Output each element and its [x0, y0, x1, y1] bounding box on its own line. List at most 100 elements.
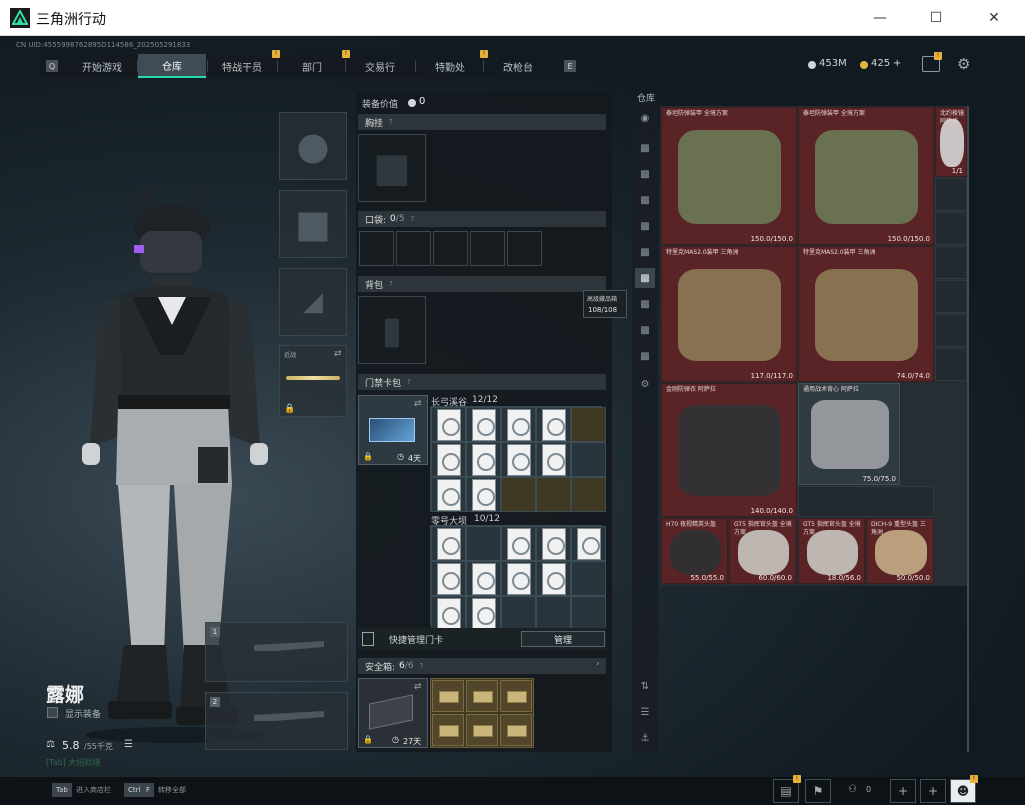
nav-prev-key[interactable]: Q	[46, 60, 58, 72]
swap-icon[interactable]: ⇄	[334, 349, 342, 359]
pocket-slot[interactable]	[359, 231, 394, 266]
safe-box-item[interactable]	[466, 680, 498, 712]
keycard-cell[interactable]	[466, 407, 501, 442]
manage-button[interactable]: 管理	[521, 631, 605, 647]
pocket-slot[interactable]	[507, 231, 542, 266]
stash-tab-9[interactable]: ▩	[635, 346, 655, 366]
keycard-cell[interactable]	[501, 477, 536, 512]
tab-0[interactable]: 开始游戏	[68, 54, 136, 78]
empty-grid-cell[interactable]	[935, 246, 967, 279]
layers-icon[interactable]: ☰	[635, 702, 655, 722]
help-icon[interactable]: ?	[420, 662, 424, 670]
keycard-cell[interactable]	[466, 561, 501, 596]
minimize-button[interactable]: —	[857, 0, 903, 36]
keycard-cell[interactable]	[536, 561, 571, 596]
keycard-cell[interactable]	[536, 407, 571, 442]
stash-item[interactable]: DICH-9 重型头盔 三角洲 50.0/50.0	[866, 518, 934, 584]
help-icon[interactable]: ?	[389, 118, 393, 126]
safe-box-slot[interactable]: ⇄ 🔒 ◷ 27天	[358, 678, 428, 748]
add-slot-button[interactable]: +	[920, 779, 946, 803]
stash-item[interactable]: 特里克MAS2.0装甲 三角洲 74.0/74.0	[798, 246, 934, 382]
empty-grid-cell[interactable]	[798, 486, 934, 517]
keycard-cell[interactable]	[501, 407, 536, 442]
empty-grid-cell[interactable]	[935, 212, 967, 245]
stash-item[interactable]: 金刚防弹衣 阿萨拉 140.0/140.0	[661, 383, 797, 517]
keycard-cell[interactable]	[536, 596, 571, 631]
backpack-slot[interactable]: ▮	[358, 296, 426, 364]
safe-box-item[interactable]	[432, 680, 464, 712]
empty-grid-cell[interactable]	[935, 314, 967, 347]
keycard-cell[interactable]	[536, 477, 571, 512]
tab-2[interactable]: 特战干员	[208, 54, 276, 78]
sort-icon[interactable]: ⇅	[635, 676, 655, 696]
keycard-cell[interactable]	[431, 561, 466, 596]
stash-item[interactable]: GT5 指挥官头盔 全境方案 18.0/56.0	[798, 518, 865, 584]
list-icon[interactable]: ☰	[124, 739, 133, 750]
stash-tab-6[interactable]: ▩	[635, 268, 655, 288]
primary-weapon-slot[interactable]: 1	[205, 622, 348, 682]
safe-box-item[interactable]	[500, 714, 532, 746]
safe-box-item[interactable]	[432, 714, 464, 746]
keycard-cell[interactable]	[431, 596, 466, 631]
tab-4[interactable]: 交易行	[346, 54, 414, 78]
tab-6[interactable]: 改枪台	[484, 54, 552, 78]
pocket-slot[interactable]	[396, 231, 431, 266]
keycard-cell[interactable]	[431, 526, 466, 561]
stash-item[interactable]: 通用战术背心 阿萨拉 75.0/75.0	[798, 383, 900, 485]
helmet-slot[interactable]: ●	[279, 112, 347, 180]
stash-tab-8[interactable]: ▩	[635, 320, 655, 340]
keycard-cell[interactable]	[466, 596, 501, 631]
stash-tab-all[interactable]: ◉	[635, 108, 655, 128]
stash-settings-icon[interactable]: ⚙	[635, 374, 655, 394]
flag-icon[interactable]: ⚑	[805, 779, 831, 803]
swap-icon[interactable]: ⇄	[414, 682, 422, 692]
keycard-cell[interactable]	[431, 442, 466, 477]
stash-tab-4[interactable]: ▩	[635, 216, 655, 236]
empty-grid-cell[interactable]	[935, 348, 967, 381]
pin-icon[interactable]: ›	[596, 659, 600, 669]
help-icon[interactable]: ?	[407, 378, 411, 386]
stash-item[interactable]: 北约棱镜 阿萨拉1/1	[935, 107, 967, 177]
friends-icon[interactable]: ⚇	[848, 784, 857, 795]
gear-icon[interactable]: ⚙	[957, 56, 973, 72]
tab-1[interactable]: 仓库	[138, 54, 206, 78]
keycard-cell[interactable]	[431, 477, 466, 512]
add-slot-button[interactable]: +	[890, 779, 916, 803]
safe-box-item[interactable]	[466, 714, 498, 746]
show-equipment-checkbox[interactable]	[47, 707, 58, 718]
keycard-cell[interactable]	[501, 526, 536, 561]
add-currency-button[interactable]: +	[893, 58, 901, 69]
nav-next-key[interactable]: E	[564, 60, 576, 72]
safe-box-item[interactable]	[500, 680, 532, 712]
keycard-cell[interactable]	[571, 596, 606, 631]
help-icon[interactable]: ?	[389, 280, 393, 288]
stash-tab-3[interactable]: ▩	[635, 190, 655, 210]
keycard-cell[interactable]	[431, 407, 466, 442]
swap-icon[interactable]: ⇄	[414, 399, 422, 409]
empty-grid-cell[interactable]	[935, 178, 967, 211]
stash-item[interactable]: GT5 指挥官头盔 全境方案 60.0/60.0	[729, 518, 796, 584]
close-button[interactable]: ✕	[971, 0, 1017, 36]
anchor-icon[interactable]: ⚓	[635, 728, 655, 748]
chest-rig-slot[interactable]: ■	[358, 134, 426, 202]
keycard-cell[interactable]	[571, 561, 606, 596]
stash-tab-7[interactable]: ▩	[635, 294, 655, 314]
pocket-slot[interactable]	[433, 231, 468, 266]
stash-item[interactable]: 泰坦防弹装甲 全境方案 150.0/150.0	[661, 107, 797, 245]
stash-item[interactable]: H70 夜视精英头盔 55.0/55.0	[661, 518, 728, 584]
keycard-cell[interactable]	[571, 477, 606, 512]
keycard-cell[interactable]	[571, 442, 606, 477]
keycard-cell[interactable]	[501, 442, 536, 477]
keycard-cell[interactable]	[501, 596, 536, 631]
keycard-cell[interactable]	[571, 526, 606, 561]
stash-tab-5[interactable]: ▩	[635, 242, 655, 262]
keycard-cell[interactable]	[536, 526, 571, 561]
pocket-slot[interactable]	[470, 231, 505, 266]
keycard-cell[interactable]	[571, 407, 606, 442]
stash-scrollbar[interactable]	[967, 106, 969, 752]
keycard-cell[interactable]	[466, 526, 501, 561]
stash-item[interactable]: 特里克MAS2.0装甲 三角洲 117.0/117.0	[661, 246, 797, 382]
keycard-cell[interactable]	[466, 477, 501, 512]
tab-3[interactable]: 部门	[278, 54, 346, 78]
keycard-bag-slot[interactable]: ⇄ 🔒 ◷ 4天	[358, 395, 428, 465]
